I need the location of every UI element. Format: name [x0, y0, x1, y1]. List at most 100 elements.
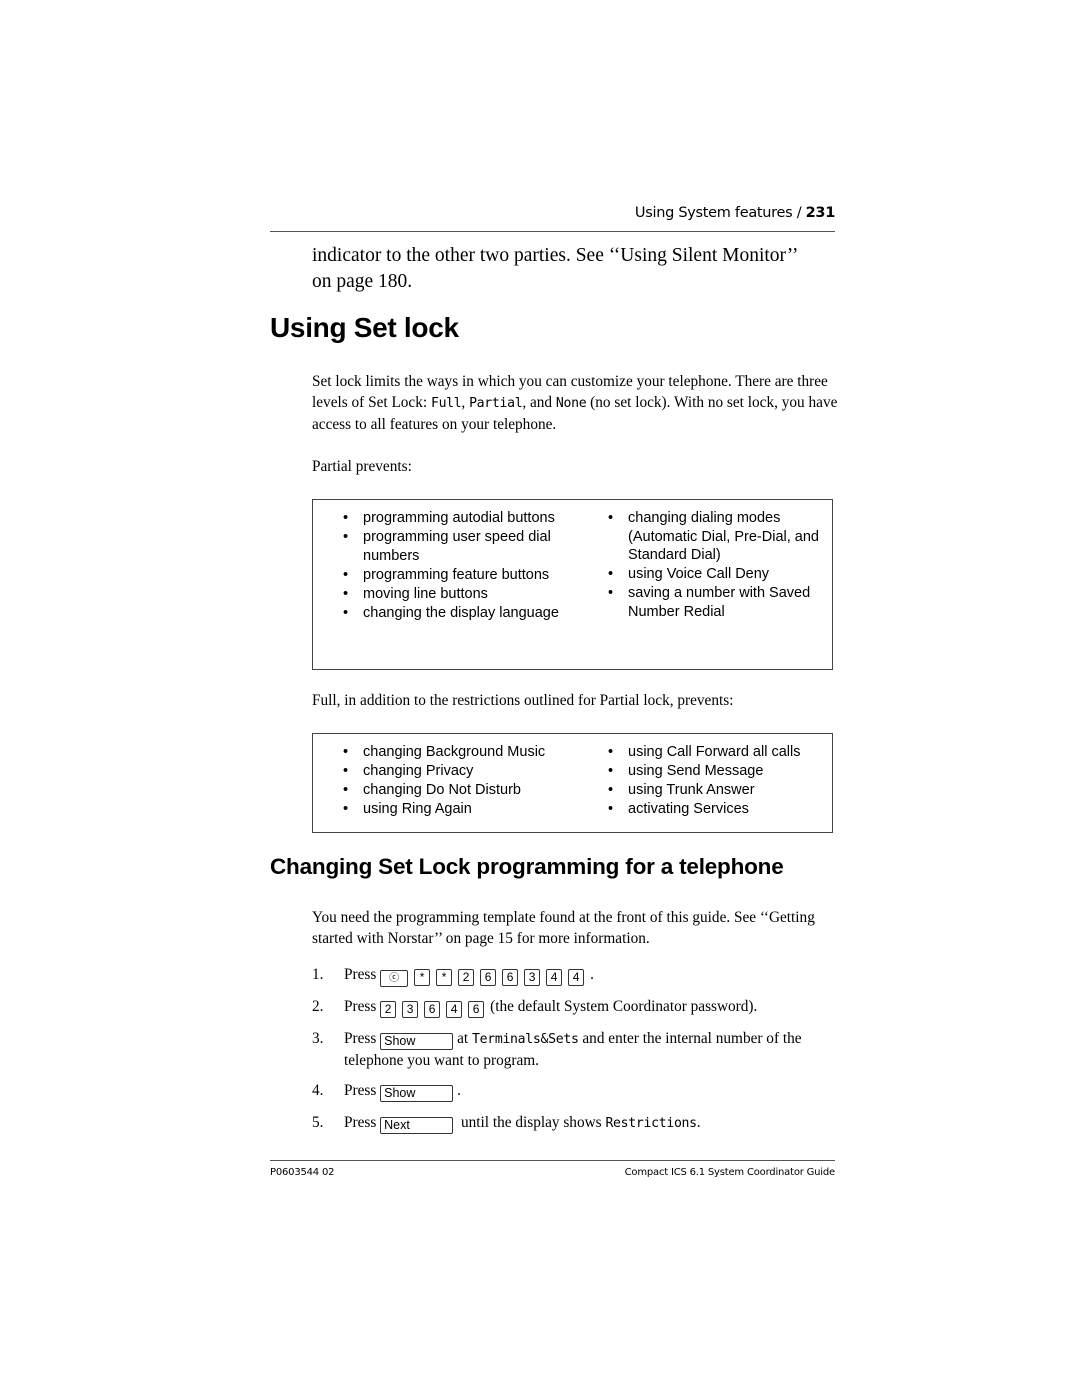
step-number: 4. — [312, 1082, 324, 1099]
press-label: Press — [344, 1030, 377, 1047]
star-key[interactable]: * — [436, 969, 453, 986]
digit-key-3[interactable]: 3 — [402, 1001, 419, 1018]
full-label: Full, in addition to the restrictions ou… — [312, 692, 734, 709]
display-text-restrictions: Restrictions — [605, 1116, 697, 1131]
bullet-icon: • — [343, 763, 349, 779]
guide-title: Compact ICS 6.1 System Coordinator Guide — [624, 1167, 836, 1178]
partial-restrictions-box: • programming autodial buttons • programmin… — [312, 499, 833, 670]
list-item: • programming autodial buttons — [343, 509, 573, 528]
list-item: • activating Services — [608, 800, 833, 819]
partial-right-column: • changing dialing modes (Automatic Dial,… — [608, 509, 833, 622]
bullet-icon: • — [608, 585, 614, 601]
bullet-icon: • — [608, 782, 614, 798]
list-item: • saving a number with Saved Number Redia… — [608, 584, 833, 621]
list-item-text: programming user speed dial numbers — [363, 529, 551, 564]
press-label: Press — [344, 1114, 377, 1131]
continuation-paragraph: indicator to the other two parties. See … — [312, 243, 842, 295]
step-note: (the default System Coordinator password… — [490, 998, 758, 1015]
digit-key-4[interactable]: 4 — [446, 1001, 463, 1018]
list-item-text: activating Services — [628, 801, 749, 817]
digit-key-6[interactable]: 6 — [468, 1001, 485, 1018]
step-number: 2. — [312, 998, 324, 1015]
section-title: Using Set lock — [270, 312, 459, 343]
running-header: Using System features / 231 — [635, 205, 835, 221]
subsection-title: Changing Set Lock programming for a tele… — [270, 854, 784, 879]
list-item-text: changing Background Music — [363, 744, 546, 760]
continuation-text-2: on page 180. — [312, 271, 413, 292]
list-item: • using Trunk Answer — [608, 781, 833, 800]
digit-key-2[interactable]: 2 — [458, 969, 475, 986]
bullet-icon: • — [343, 510, 349, 526]
list-item: • changing Background Music — [343, 743, 573, 762]
header-section: Using System features / — [634, 205, 802, 221]
digit-key-2[interactable]: 2 — [380, 1001, 397, 1018]
show-softkey[interactable]: Show — [380, 1085, 454, 1102]
list-item: • using Ring Again — [343, 800, 573, 819]
bullet-icon: • — [608, 510, 614, 526]
at-label: at — [457, 1030, 472, 1047]
full-restrictions-box: • changing Background Music • changing Priv… — [312, 733, 833, 833]
doc-number: P0603544 02 — [270, 1167, 335, 1178]
step-end: . — [696, 1114, 701, 1131]
list-item: • using Voice Call Deny — [608, 565, 833, 584]
digit-key-6[interactable]: 6 — [502, 969, 519, 986]
bullet-icon: • — [343, 529, 349, 545]
list-item-text: changing Do Not Disturb — [363, 782, 521, 798]
list-item-text: changing the display language — [363, 604, 559, 621]
bullet-icon: • — [608, 744, 614, 760]
step-end: . — [590, 966, 594, 983]
list-item-text: moving line buttons — [363, 585, 488, 602]
list-item-text: changing dialing modes (Automatic Dial, … — [628, 510, 819, 563]
list-item-text: programming feature buttons — [363, 566, 550, 583]
partial-right-list: • changing dialing modes (Automatic Dial,… — [608, 509, 833, 621]
list-item: • programming feature buttons — [343, 566, 573, 585]
bullet-icon: • — [343, 585, 349, 602]
step-number: 1. — [312, 966, 324, 983]
step-number: 5. — [312, 1114, 324, 1131]
step-body: Press 2 3 6 4 6 (the default System Coordinat… — [344, 996, 844, 1018]
step-body: Press Show. — [344, 1080, 844, 1102]
partial-label: Partial prevents: — [312, 458, 412, 475]
feature-key-icon[interactable]: ⓒ — [380, 970, 409, 987]
list-item: • changing Privacy — [343, 762, 573, 781]
list-item-text: using Ring Again — [363, 801, 472, 817]
full-right-list: • using Call Forward all calls • using Send… — [608, 743, 833, 819]
list-item: • using Send Message — [608, 762, 833, 781]
star-key[interactable]: * — [414, 969, 431, 986]
bullet-icon: • — [343, 801, 349, 817]
step-text: until the display shows — [460, 1114, 606, 1131]
bullet-icon: • — [343, 744, 349, 760]
bullet-icon: • — [343, 604, 349, 621]
list-item-text: changing Privacy — [363, 763, 474, 779]
page-footer: P0603544 02 Compact ICS 6.1 System Coord… — [270, 1160, 835, 1178]
list-item: • changing dialing modes (Automatic Dial,… — [608, 509, 833, 565]
list-item-text: using Send Message — [628, 763, 764, 779]
subsection-intro: You need the programming template found … — [312, 909, 815, 947]
intro-paragraph: Set lock limits the ways in which you ca… — [312, 371, 842, 435]
next-softkey[interactable]: Next — [380, 1117, 454, 1134]
digit-key-4[interactable]: 4 — [546, 969, 563, 986]
list-item-text: using Trunk Answer — [628, 782, 755, 798]
full-right-column: • using Call Forward all calls • using Send… — [608, 743, 833, 819]
list-item-text: programming autodial buttons — [363, 510, 555, 526]
level-none: None — [555, 396, 587, 411]
step-body: Press Show at Terminals&Sets and enter th… — [344, 1028, 844, 1071]
bullet-icon: • — [608, 801, 614, 817]
bullet-icon: • — [343, 566, 349, 583]
list-item: • programming user speed dial numbers — [343, 528, 573, 565]
step-number: 3. — [312, 1030, 324, 1047]
list-item: • changing Do Not Disturb — [343, 781, 573, 800]
press-label: Press — [344, 1082, 377, 1099]
press-label: Press — [344, 998, 377, 1015]
digit-key-4[interactable]: 4 — [568, 969, 585, 986]
digit-key-6[interactable]: 6 — [424, 1001, 441, 1018]
bullet-icon: • — [343, 782, 349, 798]
digit-key-6[interactable]: 6 — [480, 969, 497, 986]
separator: , and — [522, 394, 556, 411]
list-item-text: using Voice Call Deny — [628, 566, 770, 582]
digit-key-3[interactable]: 3 — [524, 969, 541, 986]
list-item: • changing the display language — [343, 604, 573, 623]
show-softkey[interactable]: Show — [380, 1033, 454, 1050]
partial-left-list: • programming autodial buttons • programmin… — [343, 509, 573, 622]
full-left-column: • changing Background Music • changing Priv… — [343, 743, 573, 819]
